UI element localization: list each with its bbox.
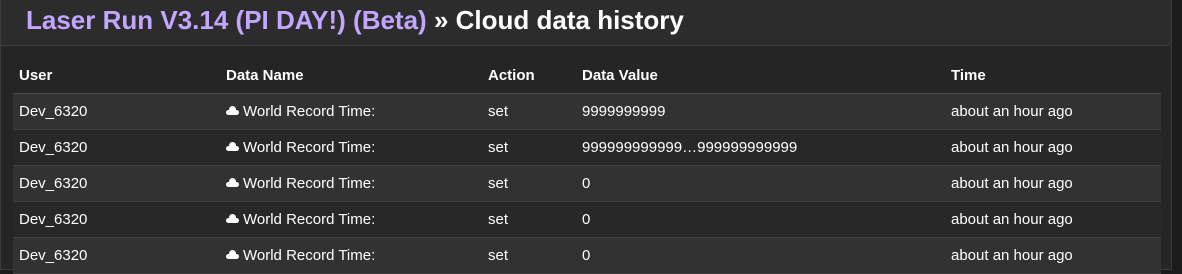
page-header: Laser Run V3.14 (PI DAY!) (Beta) » Cloud… — [1, 0, 1172, 46]
cell-time: about an hour ago — [945, 129, 1161, 166]
cell-time: about an hour ago — [945, 237, 1161, 274]
cell-data-value: 9999999999 — [576, 93, 945, 130]
cell-time: about an hour ago — [945, 165, 1161, 202]
cell-data-value: 0 — [576, 201, 945, 238]
data-name-text: World Record Time: — [243, 211, 376, 228]
cell-data-value: 999999999999…999999999999 — [576, 129, 945, 166]
column-header-data-value: Data Value — [576, 58, 945, 94]
cell-time: about an hour ago — [945, 93, 1161, 130]
table-row: Dev_6320 World Record Time: set 0 about … — [13, 165, 1161, 202]
cell-data-name: World Record Time: — [220, 129, 482, 166]
column-header-user: User — [13, 58, 220, 94]
cell-time: about an hour ago — [945, 201, 1161, 238]
cell-data-value: 0 — [576, 165, 945, 202]
cloud-icon — [226, 178, 239, 187]
cell-action: set — [482, 93, 576, 130]
cell-user: Dev_6320 — [13, 201, 220, 238]
cell-data-name: World Record Time: — [220, 165, 482, 202]
cell-user: Dev_6320 — [13, 165, 220, 202]
cloud-data-panel: Laser Run V3.14 (PI DAY!) (Beta) » Cloud… — [0, 0, 1172, 274]
cloud-icon — [226, 106, 239, 115]
cell-action: set — [482, 237, 576, 274]
data-name-text: World Record Time: — [243, 247, 376, 264]
column-header-action: Action — [482, 58, 576, 94]
column-header-data-name: Data Name — [220, 58, 482, 94]
cell-data-name: World Record Time: — [220, 237, 482, 274]
page-title: Laser Run V3.14 (PI DAY!) (Beta) » Cloud… — [26, 4, 684, 36]
cell-data-name: World Record Time: — [220, 201, 482, 238]
cell-action: set — [482, 165, 576, 202]
cell-action: set — [482, 129, 576, 166]
data-name-text: World Record Time: — [243, 175, 376, 192]
cell-data-name: World Record Time: — [220, 93, 482, 130]
cell-user: Dev_6320 — [13, 93, 220, 130]
breadcrumb-separator: » — [433, 5, 449, 35]
table-header-row: User Data Name Action Data Value Time — [13, 58, 1161, 94]
table-row: Dev_6320 World Record Time: set 0 about … — [13, 201, 1161, 238]
cell-user: Dev_6320 — [13, 129, 220, 166]
cell-action: set — [482, 201, 576, 238]
cloud-data-table: User Data Name Action Data Value Time De… — [13, 58, 1161, 274]
page-heading: Cloud data history — [455, 5, 684, 35]
table-row: Dev_6320 World Record Time: set 0 about … — [13, 237, 1161, 274]
data-name-text: World Record Time: — [243, 103, 376, 120]
table-row: Dev_6320 World Record Time: set 99999999… — [13, 93, 1161, 130]
cloud-icon — [226, 214, 239, 223]
project-link[interactable]: Laser Run V3.14 (PI DAY!) (Beta) — [26, 5, 427, 35]
cell-user: Dev_6320 — [13, 237, 220, 274]
cloud-icon — [226, 142, 239, 151]
data-name-text: World Record Time: — [243, 139, 376, 156]
table-row: Dev_6320 World Record Time: set 99999999… — [13, 129, 1161, 166]
cell-data-value: 0 — [576, 237, 945, 274]
column-header-time: Time — [945, 58, 1161, 94]
